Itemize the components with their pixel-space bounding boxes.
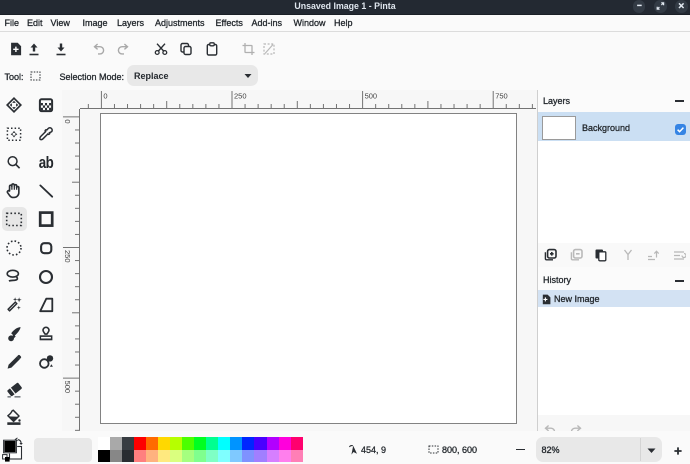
svg-text:750: 750 [495,92,508,101]
svg-text:0: 0 [103,92,107,101]
svg-text:500: 500 [364,92,377,101]
svg-text:250: 250 [234,92,247,101]
svg-text:500: 500 [63,381,72,394]
svg-text:0: 0 [63,119,72,123]
svg-text:250: 250 [63,250,72,263]
